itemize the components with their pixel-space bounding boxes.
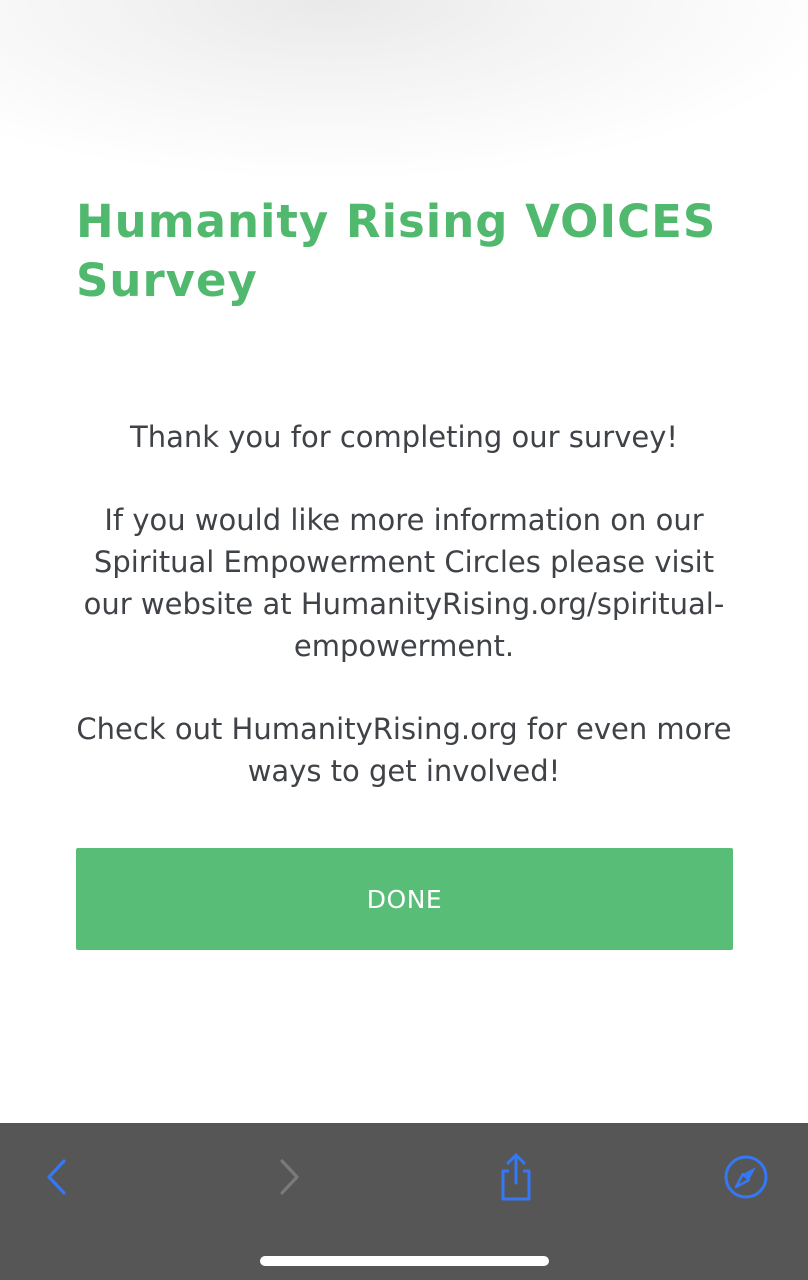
- chevron-left-icon: [47, 1159, 66, 1195]
- top-shade: [0, 0, 808, 200]
- page-title: Humanity Rising VOICES Survey: [76, 195, 717, 307]
- chevron-right-icon: [280, 1159, 299, 1195]
- thank-you-message: Thank you for completing our survey! If …: [76, 416, 732, 792]
- forward-button[interactable]: [262, 1149, 318, 1205]
- info-text: If you would like more information on ou…: [83, 503, 725, 663]
- share-button[interactable]: [488, 1149, 544, 1205]
- cta-text: Check out HumanityRising.org for even mo…: [76, 712, 732, 788]
- done-button[interactable]: DONE: [76, 848, 733, 950]
- home-indicator: [260, 1256, 549, 1266]
- safari-button[interactable]: [718, 1149, 774, 1205]
- share-icon: [501, 1153, 531, 1201]
- back-button[interactable]: [27, 1149, 83, 1205]
- compass-icon: [724, 1155, 768, 1199]
- thank-you-text: Thank you for completing our survey!: [130, 420, 678, 454]
- survey-content: Humanity Rising VOICES Survey Thank you …: [76, 192, 732, 792]
